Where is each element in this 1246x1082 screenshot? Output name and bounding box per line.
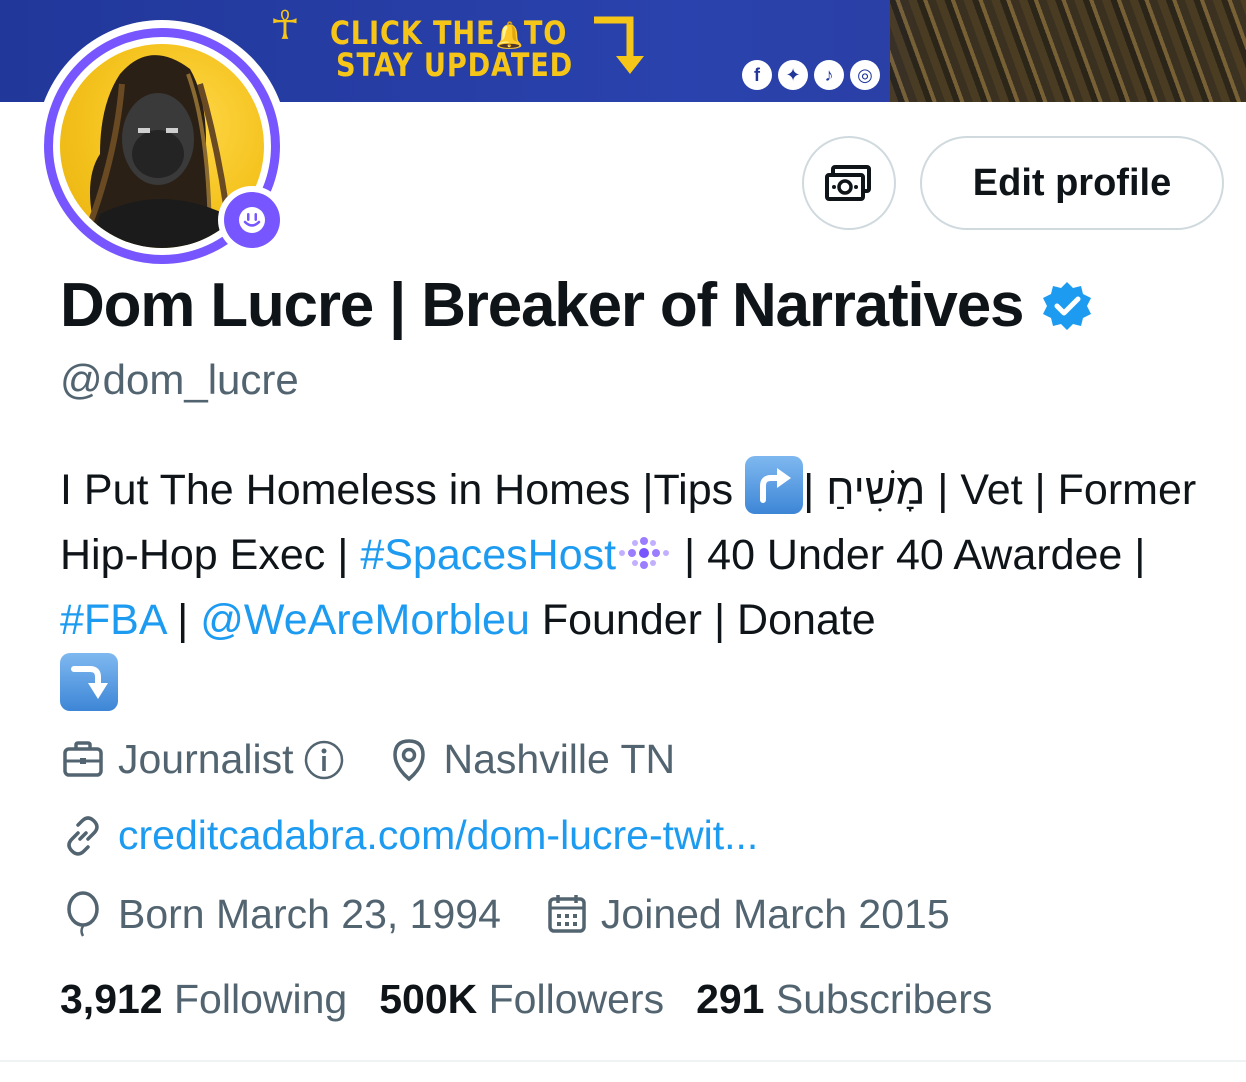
profession[interactable]: Journalist xyxy=(60,736,345,783)
social-icons: f ✦ ♪ ◎ xyxy=(742,60,880,90)
hashtag-fba[interactable]: #FBA xyxy=(60,596,165,644)
mention-wearemorbleu[interactable]: @WeAreMorbleu xyxy=(200,596,530,644)
hashtag-spaceshost[interactable]: #SpacesHost xyxy=(360,531,616,579)
profile-stats: 3,912 Following 500K Followers 291 Subsc… xyxy=(60,976,1024,1023)
arrow-up-right-emoji xyxy=(745,456,804,514)
divider xyxy=(0,1060,1246,1062)
money-icon xyxy=(825,165,871,201)
instagram-icon: ◎ xyxy=(850,60,880,90)
facebook-icon: f xyxy=(742,60,772,90)
profile-meta-row-2: creditcadabra.com/dom-lucre-twit... xyxy=(60,812,758,859)
banner-photo xyxy=(890,0,1246,102)
banner-line-2: STAY UPDATED xyxy=(336,46,574,84)
spaces-sparkle-icon xyxy=(619,537,670,569)
twitter-icon: ✦ xyxy=(778,60,808,90)
spaces-icon xyxy=(224,192,280,248)
profile-meta-row-1: Journalist Nashville TN xyxy=(60,736,675,783)
calendar-icon xyxy=(548,895,586,933)
handle: @dom_lucre xyxy=(60,356,299,403)
briefcase-icon xyxy=(63,740,103,777)
birthday: Born March 23, 1994 xyxy=(60,890,501,938)
arrow-down-icon xyxy=(594,16,644,74)
location: Nashville TN xyxy=(387,736,675,783)
location-pin-icon xyxy=(393,738,426,781)
website[interactable]: creditcadabra.com/dom-lucre-twit... xyxy=(60,812,758,859)
join-date: Joined March 2015 xyxy=(545,891,950,938)
ankh-icon: ☥ xyxy=(270,4,300,48)
name-row: Dom Lucre | Breaker of Narratives xyxy=(60,270,1093,341)
balloon-icon xyxy=(67,891,99,937)
edit-profile-button[interactable]: Edit profile xyxy=(920,136,1224,230)
tiktok-icon: ♪ xyxy=(814,60,844,90)
bio: I Put The Homeless in Homes |Tips | מָשִ… xyxy=(60,456,1230,720)
profile-meta-row-3: Born March 23, 1994 Joined March 2015 xyxy=(60,890,950,938)
display-name: Dom Lucre | Breaker of Narratives xyxy=(60,271,1024,340)
website-link[interactable]: creditcadabra.com/dom-lucre-twit... xyxy=(118,812,758,859)
link-icon xyxy=(67,815,99,856)
spaces-badge[interactable] xyxy=(218,186,286,254)
arrow-down-right-emoji xyxy=(60,653,118,711)
subscribers-stat[interactable]: 291 Subscribers xyxy=(696,976,992,1023)
verified-badge-icon[interactable] xyxy=(1041,280,1093,332)
subscribe-button[interactable] xyxy=(802,136,896,230)
followers-stat[interactable]: 500K Followers xyxy=(379,976,664,1023)
following-stat[interactable]: 3,912 Following xyxy=(60,976,347,1023)
info-icon[interactable] xyxy=(303,739,345,781)
